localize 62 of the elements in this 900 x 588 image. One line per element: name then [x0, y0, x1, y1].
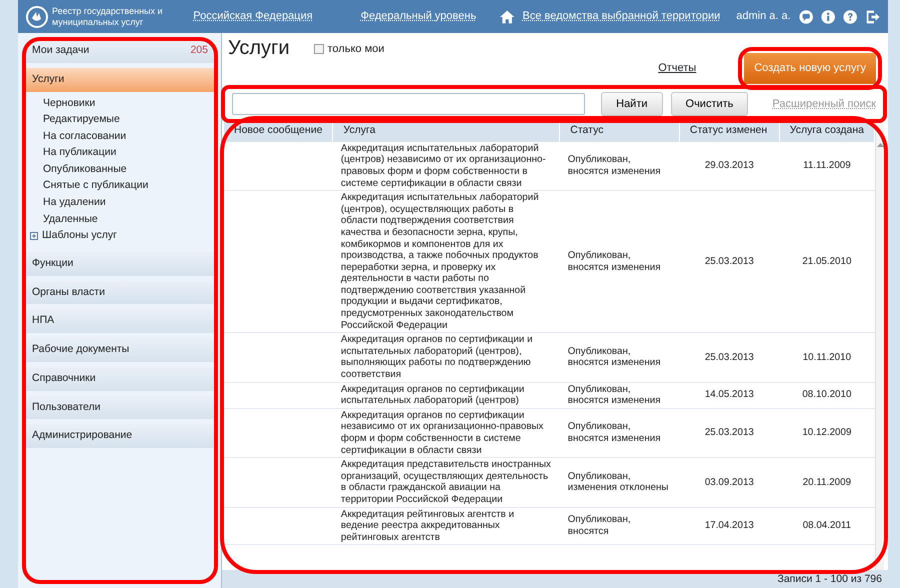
sidebar-item[interactable]: Опубликованные [25, 160, 215, 178]
header-link[interactable]: Федеральный уровень [360, 8, 476, 25]
table-cell: Аккредитация испытательных лабораторий (центров) независимо от их организационно-правовых форм и форм собственности в системе сертификации в области связи [332, 142, 560, 191]
clear-button[interactable]: Очистить [670, 92, 748, 116]
table-cell: 17.04.2013 [679, 507, 780, 545]
sidebar-item[interactable]: На согласовании [25, 128, 215, 144]
page-title: Услуги [228, 37, 290, 59]
reports-link[interactable]: Отчеты [658, 60, 696, 76]
expand-icon[interactable] [30, 232, 38, 240]
logo-text: Реестр государственных и муниципальных услуг [52, 6, 164, 28]
scrollbar[interactable] [875, 120, 884, 570]
sidebar-item[interactable]: Редактируемые [25, 111, 215, 128]
sidebar-section[interactable]: Справочники [25, 366, 215, 391]
territory-link[interactable]: Все ведомства выбранной территории [522, 8, 720, 25]
section-label: Мои задачи [32, 43, 90, 58]
table-cell: Аккредитация испытательных лабораторий (центров), осуществляющих работы в области подтверждения соответствия качества и безопасности зерна, крупы, комбикормов и компонентов для их производства, а также побочных продуктов переработки зерна, и проверку их деятельности в части работы по подтверждению соответствия указанной продукции и выдачи сертификатов, предусмотренных законодательством Российской Федерации [332, 190, 560, 333]
header-link[interactable]: Российская Федерация [193, 8, 313, 25]
table-cell: Опубликован, вносятся [560, 507, 680, 545]
house-icon [500, 8, 515, 24]
table-cell: 25.03.2013 [679, 332, 780, 382]
sidebar-item[interactable]: На удалении [25, 194, 215, 211]
sidebar-section[interactable]: Услуги [25, 68, 215, 92]
find-button[interactable]: Найти [601, 92, 663, 116]
table-cell: Опубликован, вносятся изменения [560, 408, 680, 458]
user-name: admin a. a. [736, 9, 791, 24]
table-cell: Аккредитация органов по сертификации испытательных лабораторий (центров) [332, 382, 560, 408]
sidebar-item[interactable]: Шаблоны услуг [42, 229, 117, 242]
sidebar-section[interactable]: Администрирование [25, 424, 215, 448]
task-count: 205 [190, 43, 208, 58]
table-cell: Опубликован, вносятся изменения [560, 382, 680, 408]
scroll-up-icon[interactable] [876, 142, 884, 148]
sidebar-section[interactable]: Органы власти [25, 280, 215, 304]
logo-icon [26, 6, 48, 28]
sidebar-section[interactable]: Пользователи [25, 396, 215, 420]
sidebar-section[interactable]: НПА [25, 309, 215, 334]
table-cell: Аккредитация представительств иностранных организаций, осуществляющих деятельность в области гражданской авиации на территории Российской Федерации [332, 458, 560, 508]
table-cell: 25.03.2013 [679, 408, 780, 458]
table-cell: Аккредитация рейтинговых агентств и ведение реестра аккредитованных рейтинговых агентств [332, 507, 560, 545]
exit-icon[interactable] [866, 8, 880, 26]
help-icon[interactable] [843, 8, 858, 26]
records-count: Записи 1 - 100 из 796 [778, 573, 882, 585]
sidebar-item[interactable]: Снятые с публикации [25, 177, 215, 194]
table-cell: Аккредитация органов по сертификации независимо от их организационно-правовых форм и форм собственности в системе сертификации в области связи [332, 408, 560, 458]
table-cell: Опубликован, изменения отклонены [560, 458, 680, 508]
search-field[interactable] [232, 92, 586, 115]
only-mine-checkbox[interactable]: только мои [314, 41, 384, 58]
sidebar-item[interactable]: Черновики [25, 94, 215, 112]
info-icon[interactable] [821, 8, 836, 26]
table-cell: Опубликован, вносятся изменения [560, 142, 680, 191]
table-cell: Опубликован, вносятся изменения [560, 190, 680, 333]
sidebar-section[interactable]: Функции [25, 252, 215, 276]
table-cell: 14.05.2013 [679, 382, 780, 408]
chat-icon[interactable] [798, 8, 814, 26]
table-cell: 03.09.2013 [679, 458, 780, 508]
table-cell: 25.03.2013 [679, 190, 780, 333]
sidebar-section[interactable]: Мои задачи 205 [25, 39, 215, 63]
table-cell: Опубликован, вносятся изменения [560, 332, 680, 382]
table-cell: 29.03.2013 [679, 142, 780, 191]
sidebar-item[interactable]: На публикации [25, 144, 215, 161]
sidebar-section[interactable]: Рабочие документы [25, 338, 215, 362]
sidebar-item[interactable]: Удаленные [25, 210, 215, 228]
table-cell: Аккредитация органов по сертификации и испытательных лабораторий (центров), выполняющих работы по подтверждению соответствия [332, 332, 560, 382]
